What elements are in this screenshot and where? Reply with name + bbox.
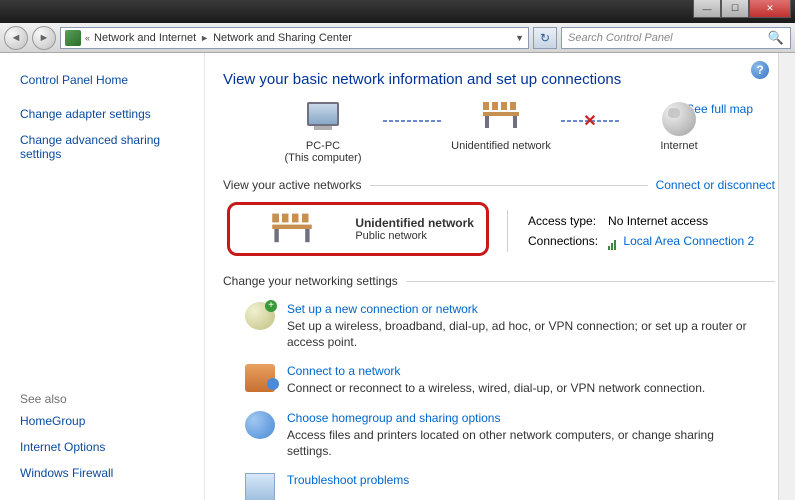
- task-homegroup-sharing[interactable]: Choose homegroup and sharing options Acc…: [245, 411, 775, 459]
- see-full-map-link[interactable]: See full map: [686, 102, 753, 116]
- task-title[interactable]: Troubleshoot problems: [287, 473, 409, 487]
- window-titlebar: — ☐ ✕: [0, 0, 795, 23]
- sidebar-change-advanced-sharing[interactable]: Change advanced sharing settings: [20, 133, 184, 161]
- connection-link[interactable]: Local Area Connection 2: [623, 234, 754, 248]
- active-network-card[interactable]: Unidentified network Public network: [227, 202, 489, 256]
- sidebar-homegroup[interactable]: HomeGroup: [20, 414, 184, 428]
- chevron-right-icon: ►: [200, 33, 209, 43]
- network-node-unidentified[interactable]: Unidentified network: [441, 102, 561, 152]
- chevron-left-icon: «: [85, 33, 90, 43]
- task-description: Set up a wireless, broadband, dial-up, a…: [287, 318, 755, 350]
- network-details: Access type: No Internet access Connecti…: [507, 210, 764, 252]
- vertical-scrollbar[interactable]: [778, 53, 795, 500]
- section-label: View your active networks: [223, 178, 362, 192]
- bench-icon: [270, 214, 314, 245]
- change-settings-header: Change your networking settings: [223, 274, 775, 288]
- search-placeholder: Search Control Panel: [568, 32, 673, 44]
- troubleshoot-icon: [245, 473, 275, 500]
- sidebar-seealso-heading: See also: [20, 392, 184, 406]
- task-title[interactable]: Connect to a network: [287, 364, 705, 378]
- node-label: Internet: [660, 140, 697, 152]
- computer-icon: [307, 102, 339, 126]
- network-node-this-pc[interactable]: PC-PC (This computer): [263, 102, 383, 164]
- connections-label: Connections:: [528, 232, 606, 250]
- task-setup-connection[interactable]: Set up a new connection or network Set u…: [245, 302, 775, 350]
- help-icon[interactable]: ?: [751, 61, 769, 79]
- sidebar-windows-firewall[interactable]: Windows Firewall: [20, 466, 184, 480]
- network-link-line: [383, 120, 441, 122]
- address-bar[interactable]: « Network and Internet ► Network and Sha…: [60, 27, 529, 49]
- sidebar-change-adapter[interactable]: Change adapter settings: [20, 107, 184, 121]
- active-networks-header: View your active networks Connect or dis…: [223, 178, 775, 192]
- search-icon[interactable]: 🔍: [768, 30, 784, 46]
- close-button[interactable]: ✕: [749, 0, 791, 18]
- address-dropdown-icon[interactable]: ▼: [515, 33, 524, 43]
- refresh-button[interactable]: ↻: [533, 27, 557, 49]
- access-type-value: No Internet access: [608, 212, 762, 230]
- node-label: Unidentified network: [451, 140, 551, 152]
- breadcrumb-segment[interactable]: Network and Internet: [94, 32, 196, 44]
- task-title[interactable]: Set up a new connection or network: [287, 302, 755, 316]
- sidebar-internet-options[interactable]: Internet Options: [20, 440, 184, 454]
- task-connect-network[interactable]: Connect to a network Connect or reconnec…: [245, 364, 775, 396]
- network-link-broken: [561, 120, 619, 122]
- maximize-button[interactable]: ☐: [721, 0, 749, 18]
- sidebar-control-panel-home[interactable]: Control Panel Home: [20, 73, 184, 87]
- control-panel-icon: [65, 30, 81, 46]
- search-input[interactable]: Search Control Panel 🔍: [561, 27, 791, 49]
- task-troubleshoot[interactable]: Troubleshoot problems: [245, 473, 775, 500]
- network-map: See full map PC-PC (This computer) Unide…: [223, 102, 775, 164]
- bench-icon: [481, 102, 521, 130]
- access-type-label: Access type:: [528, 212, 606, 230]
- task-description: Connect or reconnect to a wireless, wire…: [287, 380, 705, 396]
- network-type: Public network: [355, 230, 474, 242]
- main-content: ? View your basic network information an…: [205, 53, 795, 500]
- task-title[interactable]: Choose homegroup and sharing options: [287, 411, 755, 425]
- network-name: Unidentified network: [355, 216, 474, 230]
- minimize-button[interactable]: —: [693, 0, 721, 18]
- globe-icon: [662, 102, 696, 136]
- forward-button[interactable]: ►: [32, 26, 56, 50]
- sidebar: Control Panel Home Change adapter settin…: [0, 53, 205, 500]
- navigation-toolbar: ◄ ► « Network and Internet ► Network and…: [0, 23, 795, 53]
- node-label: PC-PC: [306, 140, 340, 152]
- node-sublabel: (This computer): [284, 152, 361, 164]
- back-button[interactable]: ◄: [4, 26, 28, 50]
- page-title: View your basic network information and …: [223, 71, 775, 88]
- breadcrumb-segment[interactable]: Network and Sharing Center: [213, 32, 352, 44]
- section-label: Change your networking settings: [223, 274, 398, 288]
- connection-icon: [608, 236, 620, 248]
- setup-connection-icon: [245, 302, 275, 330]
- task-description: Access files and printers located on oth…: [287, 427, 755, 459]
- connect-network-icon: [245, 364, 275, 392]
- homegroup-icon: [245, 411, 275, 439]
- connect-disconnect-link[interactable]: Connect or disconnect: [656, 178, 775, 192]
